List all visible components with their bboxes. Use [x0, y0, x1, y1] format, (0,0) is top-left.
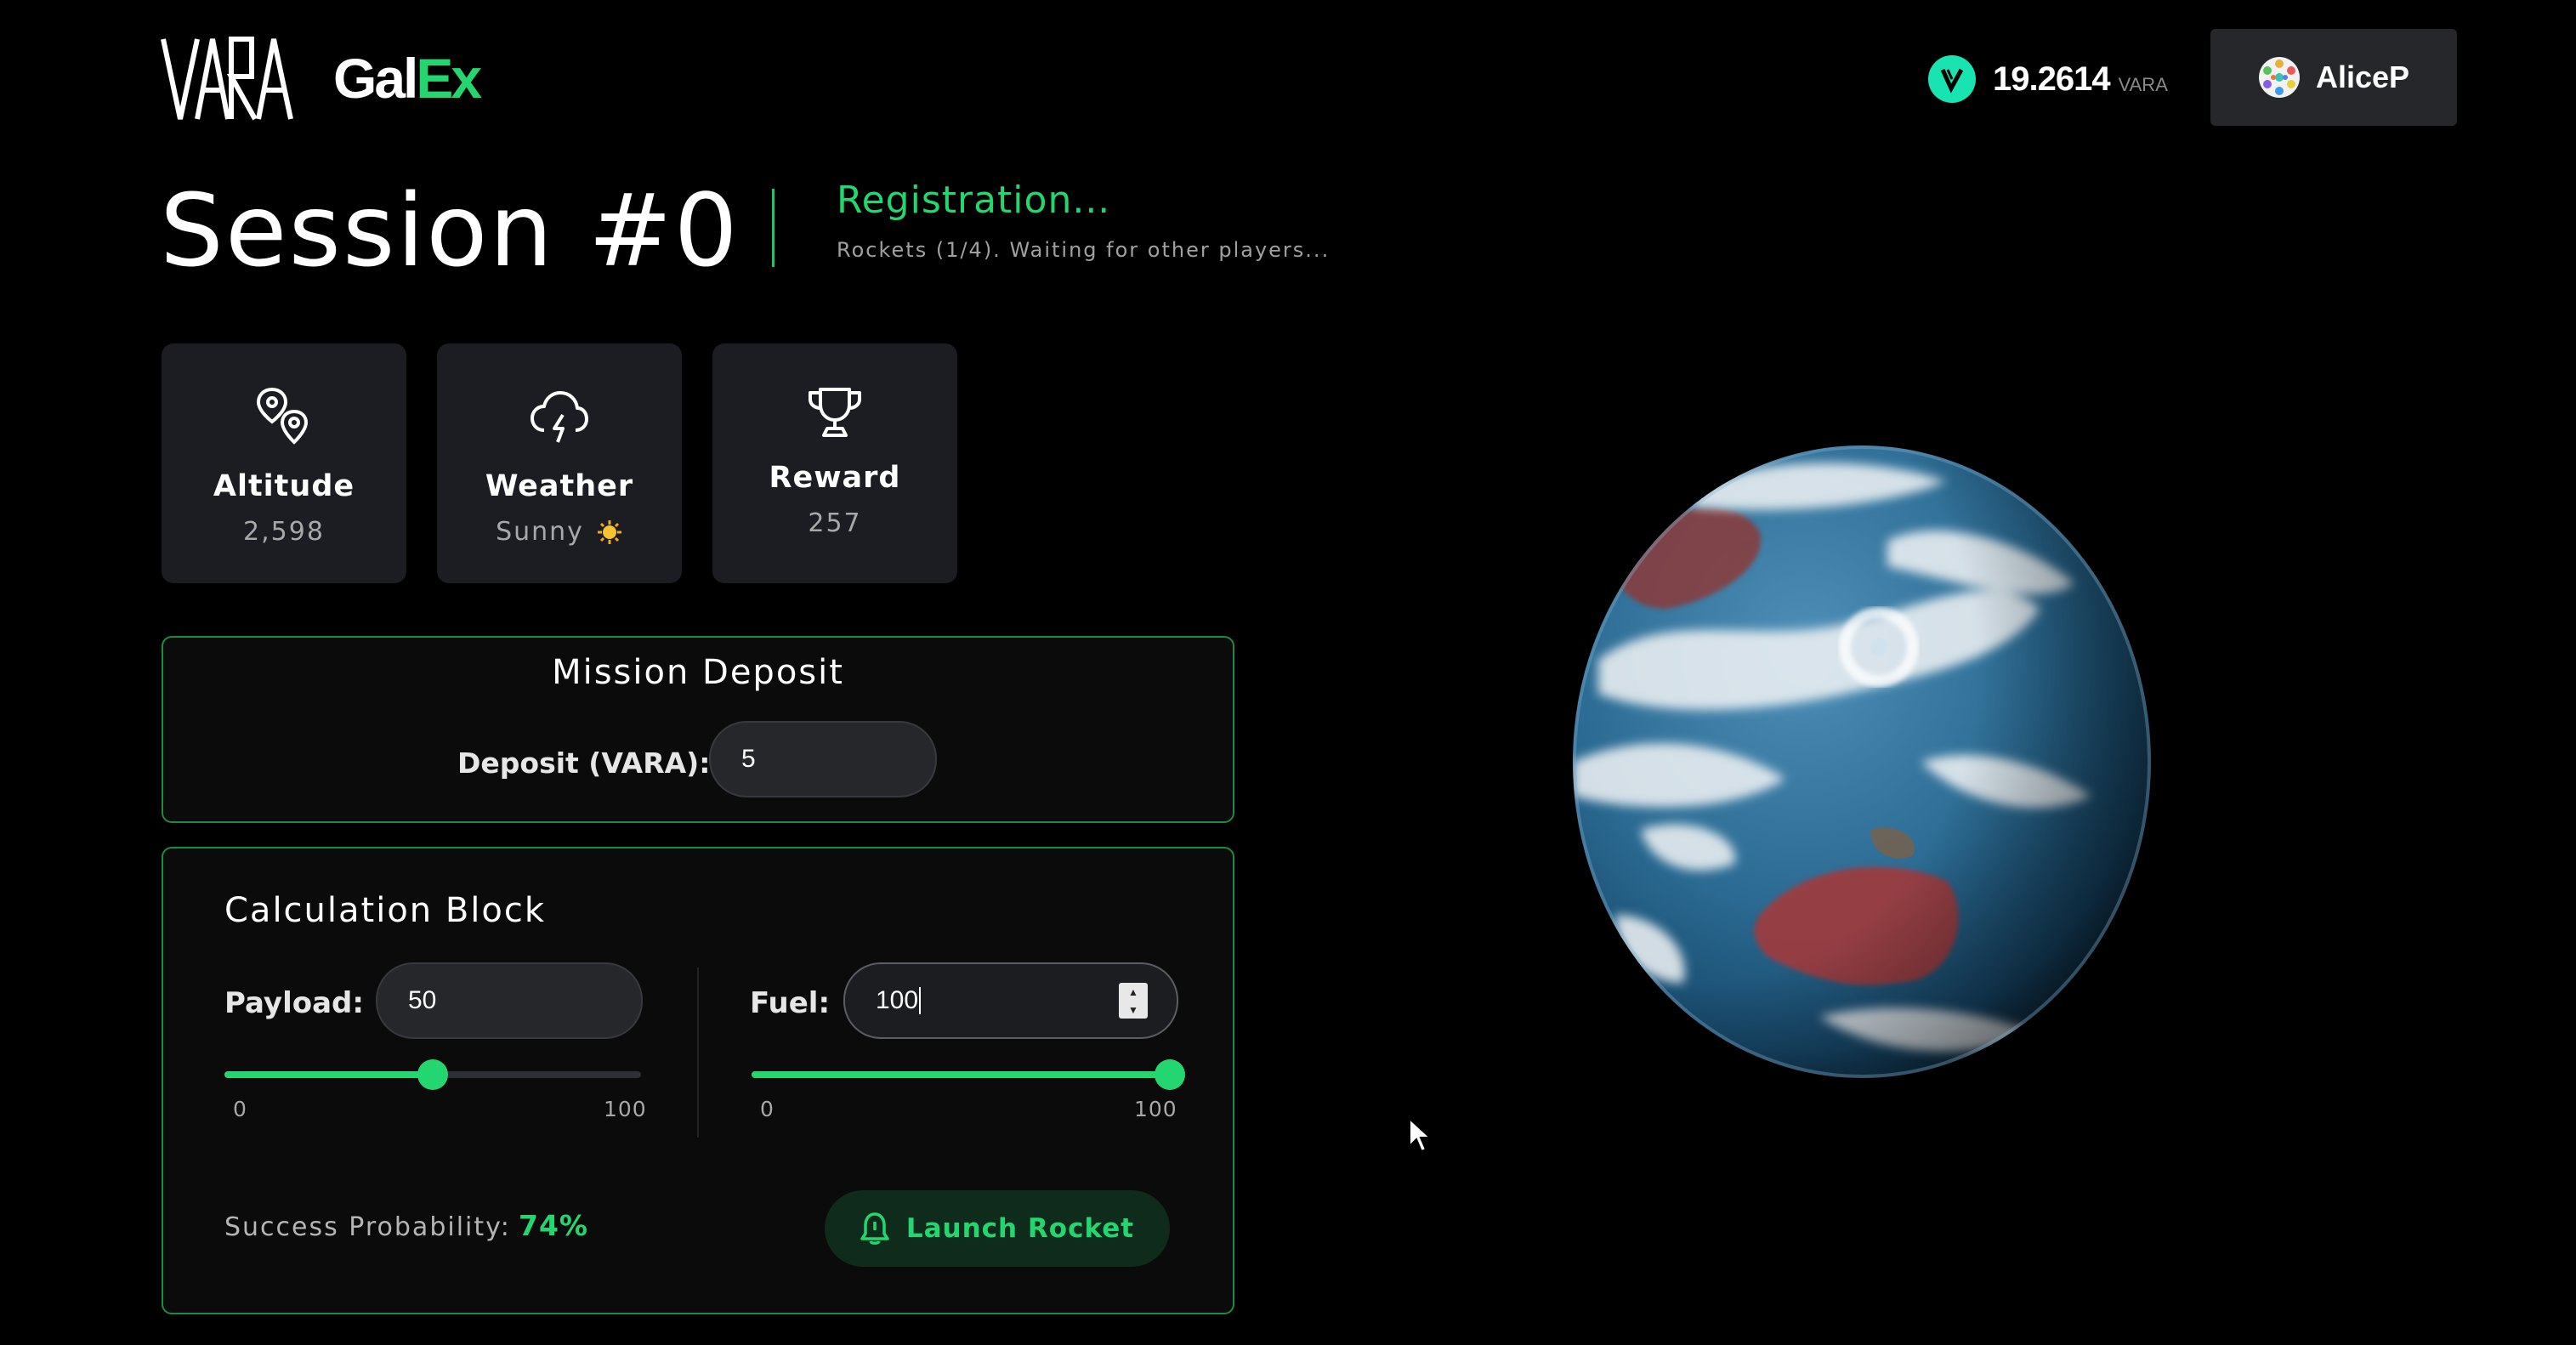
payload-min-label: 0 — [233, 1097, 247, 1121]
account-name: AliceP — [2315, 60, 2410, 94]
balance-unit: VARA — [2118, 74, 2168, 95]
payload-slider-handle[interactable] — [417, 1059, 448, 1090]
fuel-slider[interactable] — [752, 1059, 1185, 1090]
wallet-balance: 19.2614 VARA — [1928, 51, 2168, 107]
session-status: Registration... — [837, 179, 1111, 222]
vara-coin-icon — [1928, 55, 1976, 103]
payload-slider-fill — [224, 1071, 433, 1078]
launch-rocket-button[interactable]: Launch Rocket — [825, 1190, 1170, 1267]
cloud-lightning-icon — [529, 386, 590, 449]
earth-image — [1573, 445, 2151, 1078]
galex-logo: GalEx — [333, 44, 482, 112]
payload-max-label: 100 — [604, 1097, 647, 1121]
vara-logo — [161, 37, 293, 121]
fuel-input-value: 100 — [876, 986, 919, 1014]
spinner-down-icon[interactable]: ▼ — [1128, 1005, 1138, 1015]
altitude-label: Altitude — [213, 469, 355, 503]
weather-card: Weather Sunny — [437, 343, 682, 583]
payload-slider[interactable] — [224, 1059, 641, 1090]
deposit-input[interactable]: 5 — [709, 721, 937, 797]
fuel-slider-handle[interactable] — [1155, 1059, 1185, 1090]
polkadot-identicon-icon — [2258, 57, 2300, 98]
map-pins-icon — [255, 386, 313, 449]
session-divider — [772, 189, 775, 267]
altitude-value: 2,598 — [243, 517, 325, 547]
bell-icon — [860, 1212, 889, 1245]
mouse-cursor-icon — [1409, 1117, 1433, 1153]
deposit-title: Mission Deposit — [552, 653, 844, 692]
fuel-input[interactable]: 100 ▲ ▼ — [843, 962, 1178, 1039]
reward-value: 257 — [808, 508, 862, 538]
calculation-divider — [697, 968, 699, 1138]
weather-label: Weather — [485, 469, 634, 503]
calculation-block-panel: Calculation Block Payload: 50 0 100 Fuel… — [162, 847, 1234, 1314]
fuel-max-label: 100 — [1134, 1097, 1177, 1121]
session-title: Session #0 — [160, 172, 740, 289]
altitude-card: Altitude 2,598 — [162, 343, 406, 583]
galex-logo-part1: Gal — [333, 47, 418, 110]
fuel-slider-fill — [752, 1071, 1170, 1078]
deposit-label: Deposit (VARA): — [457, 746, 711, 780]
text-cursor — [919, 987, 922, 1014]
sun-icon — [597, 519, 621, 544]
reward-label: Reward — [769, 461, 901, 495]
payload-label: Payload: — [224, 986, 364, 1020]
weather-value: Sunny — [496, 517, 584, 547]
balance-value: 19.2614 — [1993, 60, 2111, 98]
spinner-up-icon[interactable]: ▲ — [1128, 987, 1138, 997]
galex-logo-part2: Ex — [416, 47, 482, 110]
mission-deposit-panel: Mission Deposit Deposit (VARA): 5 — [162, 636, 1234, 823]
account-button[interactable]: AliceP — [2210, 29, 2457, 126]
session-subtitle: Rockets (1/4). Waiting for other players… — [837, 238, 1331, 262]
deposit-input-value: 5 — [741, 745, 756, 773]
payload-input[interactable]: 50 — [376, 962, 643, 1039]
fuel-min-label: 0 — [760, 1097, 775, 1121]
fuel-spinner[interactable]: ▲ ▼ — [1119, 983, 1148, 1019]
trophy-icon — [805, 381, 865, 444]
success-probability-label: Success Probability: — [224, 1212, 511, 1242]
calculation-title: Calculation Block — [224, 891, 547, 930]
payload-input-value: 50 — [408, 986, 437, 1014]
launch-rocket-label: Launch Rocket — [905, 1213, 1135, 1244]
fuel-label: Fuel: — [750, 986, 831, 1020]
success-probability-value: 74% — [519, 1209, 588, 1242]
reward-card: Reward 257 — [712, 343, 957, 583]
